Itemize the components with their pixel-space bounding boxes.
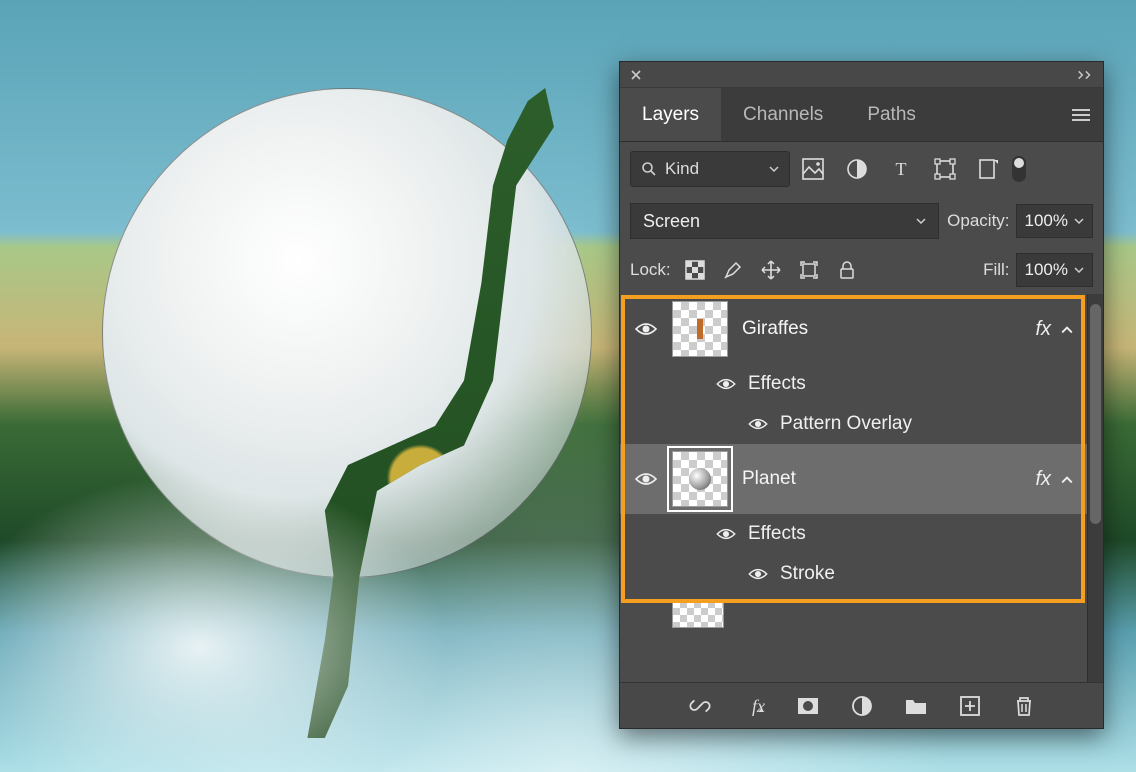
blend-row: Screen Opacity: 100% xyxy=(620,196,1103,246)
visibility-toggle-icon[interactable] xyxy=(635,321,657,337)
fill-label: Fill: xyxy=(983,260,1009,280)
visibility-toggle-icon[interactable] xyxy=(748,567,768,581)
tab-label: Paths xyxy=(867,104,916,126)
layer-row-planet[interactable]: Planet fx xyxy=(620,444,1103,514)
blend-mode-dropdown[interactable]: Screen xyxy=(630,203,939,239)
layer-thumbnail[interactable] xyxy=(672,301,728,357)
layer-thumbnail[interactable] xyxy=(672,600,724,628)
layer-thumbnail[interactable] xyxy=(672,451,728,507)
panel-tabs: Layers Channels Paths xyxy=(620,88,1103,142)
new-layer-icon[interactable] xyxy=(958,694,982,718)
effect-name: Pattern Overlay xyxy=(780,413,912,435)
effects-group-row[interactable]: Effects xyxy=(620,514,1103,554)
fill-value: 100% xyxy=(1025,260,1068,280)
layer-row-partial[interactable] xyxy=(620,594,1103,634)
filter-type-icon[interactable]: T xyxy=(890,158,912,180)
chevron-down-icon xyxy=(1074,218,1084,224)
tab-channels[interactable]: Channels xyxy=(721,88,845,141)
filter-shape-icon[interactable] xyxy=(934,158,956,180)
filter-adjustment-icon[interactable] xyxy=(846,158,868,180)
effect-row-stroke[interactable]: Stroke xyxy=(620,554,1103,594)
layers-panel: Layers Channels Paths Kind xyxy=(619,61,1104,729)
adjustment-layer-icon[interactable] xyxy=(850,694,874,718)
lock-position-icon[interactable] xyxy=(761,260,781,280)
lock-all-icon[interactable] xyxy=(837,260,857,280)
collapse-right-icon[interactable] xyxy=(1075,67,1095,83)
lock-row: Lock: Fill: 100% xyxy=(620,246,1103,294)
close-icon[interactable] xyxy=(628,67,644,83)
layer-name[interactable]: Giraffes xyxy=(742,318,808,340)
effect-row-pattern-overlay[interactable]: Pattern Overlay xyxy=(620,404,1103,444)
chevron-down-icon xyxy=(916,218,926,224)
visibility-toggle-icon[interactable] xyxy=(635,471,657,487)
layers-list: Giraffes fx Effects Pattern Overlay xyxy=(620,294,1103,682)
layers-scrollbar[interactable] xyxy=(1087,294,1103,682)
fx-indicator[interactable]: fx xyxy=(1035,318,1051,341)
tab-paths[interactable]: Paths xyxy=(845,88,938,141)
effect-name: Stroke xyxy=(780,563,835,585)
panel-menu-icon[interactable] xyxy=(1069,103,1093,127)
fill-input[interactable]: 100% xyxy=(1016,253,1093,287)
lock-pixels-icon[interactable] xyxy=(723,260,743,280)
opacity-label: Opacity: xyxy=(947,211,1009,231)
chevron-down-icon xyxy=(1074,267,1084,273)
lock-label: Lock: xyxy=(630,260,671,280)
filter-row: Kind T xyxy=(620,142,1103,196)
blend-mode-value: Screen xyxy=(643,211,700,232)
filter-smartobject-icon[interactable] xyxy=(978,158,1000,180)
tab-label: Channels xyxy=(743,104,823,126)
layers-bottom-toolbar: fx xyxy=(620,682,1103,728)
visibility-toggle-icon[interactable] xyxy=(748,417,768,431)
collapse-effects-icon[interactable] xyxy=(1061,476,1073,484)
kind-filter-label: Kind xyxy=(665,159,699,179)
chevron-down-icon xyxy=(769,166,779,172)
opacity-input[interactable]: 100% xyxy=(1016,204,1093,238)
delete-layer-icon[interactable] xyxy=(1012,694,1036,718)
scrollbar-thumb[interactable] xyxy=(1090,304,1101,524)
effects-label: Effects xyxy=(748,523,806,545)
link-layers-icon[interactable] xyxy=(688,694,712,718)
layer-name[interactable]: Planet xyxy=(742,468,796,490)
panel-titlebar[interactable] xyxy=(620,62,1103,88)
fx-indicator[interactable]: fx xyxy=(1035,468,1051,491)
svg-text:T: T xyxy=(896,159,907,179)
opacity-value: 100% xyxy=(1025,211,1068,231)
collapse-effects-icon[interactable] xyxy=(1061,326,1073,334)
layer-mask-icon[interactable] xyxy=(796,694,820,718)
tab-layers[interactable]: Layers xyxy=(620,88,721,141)
visibility-toggle-icon[interactable] xyxy=(716,377,736,391)
tab-label: Layers xyxy=(642,104,699,126)
svg-text:fx: fx xyxy=(752,696,765,716)
filter-pixel-icon[interactable] xyxy=(802,158,824,180)
layer-style-icon[interactable]: fx xyxy=(742,694,766,718)
effects-group-row[interactable]: Effects xyxy=(620,364,1103,404)
kind-filter-dropdown[interactable]: Kind xyxy=(630,151,790,187)
filter-toggle[interactable] xyxy=(1012,156,1026,182)
visibility-toggle-icon[interactable] xyxy=(716,527,736,541)
lock-transparency-icon[interactable] xyxy=(685,260,705,280)
search-icon xyxy=(641,161,657,177)
effects-label: Effects xyxy=(748,373,806,395)
layer-row-giraffes[interactable]: Giraffes fx xyxy=(620,294,1103,364)
fog-overlay xyxy=(0,472,450,772)
lock-artboard-icon[interactable] xyxy=(799,260,819,280)
group-layers-icon[interactable] xyxy=(904,694,928,718)
